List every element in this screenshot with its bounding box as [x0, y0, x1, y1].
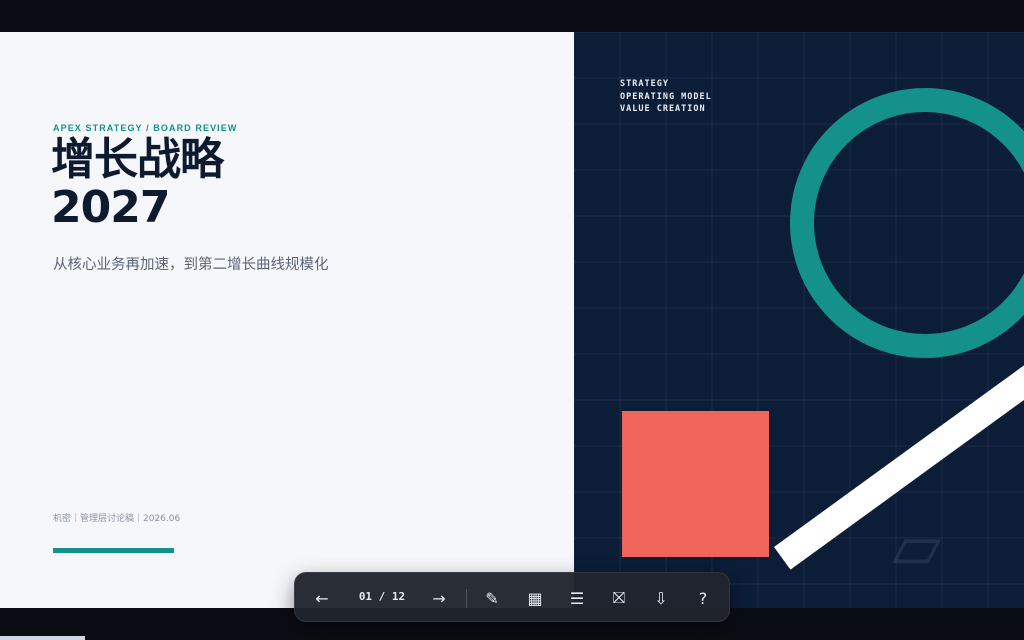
- slide-left-panel: APEX STRATEGY / BOARD REVIEW 增长战略 2027 从…: [0, 32, 574, 608]
- pillar-label: STRATEGY: [620, 79, 669, 89]
- slide-kicker: APEX STRATEGY / BOARD REVIEW: [53, 123, 238, 133]
- grid-view-button[interactable]: ▦: [522, 586, 548, 610]
- slide-title-line-2: 2027: [51, 182, 170, 233]
- slide-canvas: APEX STRATEGY / BOARD REVIEW 增长战略 2027 从…: [0, 32, 1024, 608]
- next-slide-button[interactable]: →: [426, 586, 452, 610]
- fullscreen-icon: ⛝: [612, 588, 626, 607]
- slide-title: 增长战略 2027: [51, 134, 224, 233]
- download-button[interactable]: ⇩: [648, 586, 674, 610]
- slide-title-line-1: 增长战略: [51, 134, 224, 185]
- prev-slide-button[interactable]: ←: [309, 586, 335, 610]
- help-button[interactable]: ?: [690, 586, 716, 610]
- menu-icon: ☰: [569, 588, 585, 608]
- slide-meta: 机密｜管理层讨论稿｜2026.06: [53, 514, 181, 524]
- bottom-progress-strip: [0, 636, 85, 640]
- page-counter: 01 / 12: [358, 590, 406, 603]
- annotate-button[interactable]: ✎: [479, 586, 505, 610]
- arrow-right-icon: →: [432, 588, 446, 608]
- accent-bar: [53, 548, 174, 553]
- ghost-watermark-shape: ▱: [892, 510, 942, 584]
- pen-icon: ✎: [485, 588, 499, 608]
- presentation-toolbar: ← 01 / 12 → ✎ ▦ ☰ ⛝ ⇩ ?: [294, 572, 730, 622]
- pillar-label: OPERATING MODEL: [620, 91, 712, 102]
- pillar-labels: STRATEGY OPERATING MODEL VALUE CREATION: [620, 78, 712, 116]
- download-icon: ⇩: [654, 588, 668, 608]
- fullscreen-button[interactable]: ⛝: [606, 586, 632, 610]
- coral-square-shape: [622, 411, 769, 557]
- outline-button[interactable]: ☰: [564, 586, 590, 610]
- help-icon: ?: [698, 588, 708, 608]
- arrow-left-icon: ←: [315, 588, 329, 608]
- grid-icon: ▦: [527, 588, 543, 608]
- toolbar-divider: [466, 589, 467, 608]
- slide-right-panel: STRATEGY OPERATING MODEL VALUE CREATION …: [574, 32, 1024, 608]
- slide-subtitle: 从核心业务再加速，到第二增长曲线规模化: [53, 257, 329, 273]
- pillar-label: VALUE CREATION: [620, 104, 706, 114]
